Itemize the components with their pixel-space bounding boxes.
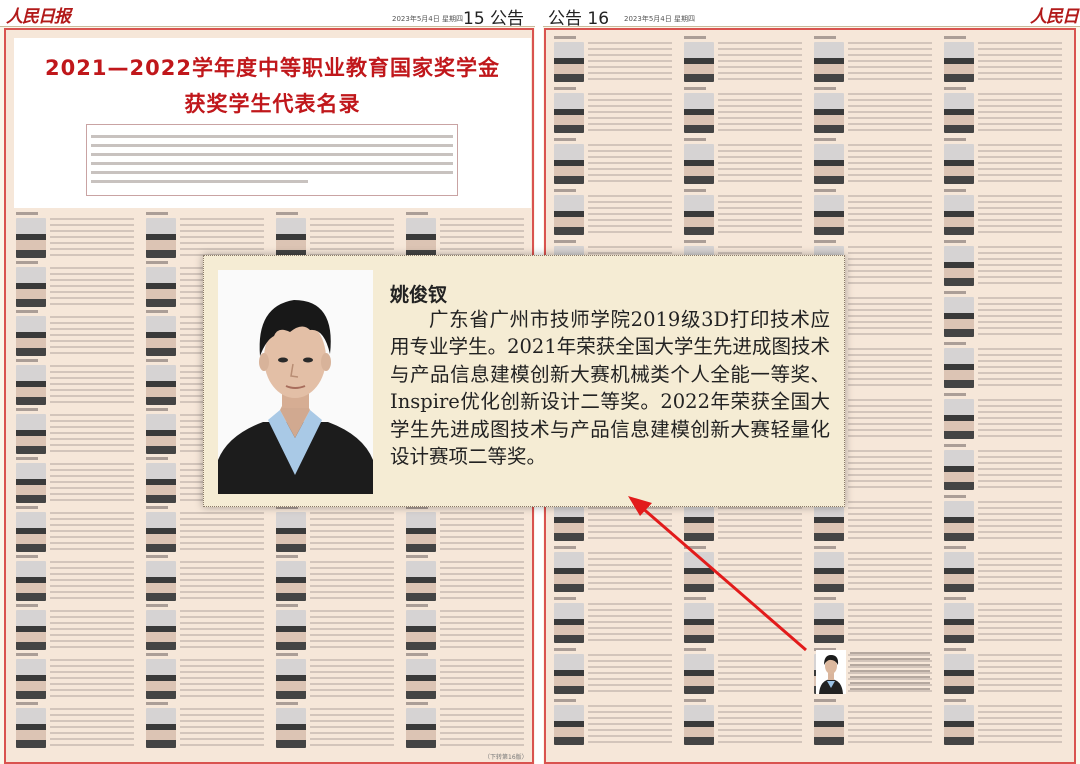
pointer-arrow <box>628 496 807 652</box>
